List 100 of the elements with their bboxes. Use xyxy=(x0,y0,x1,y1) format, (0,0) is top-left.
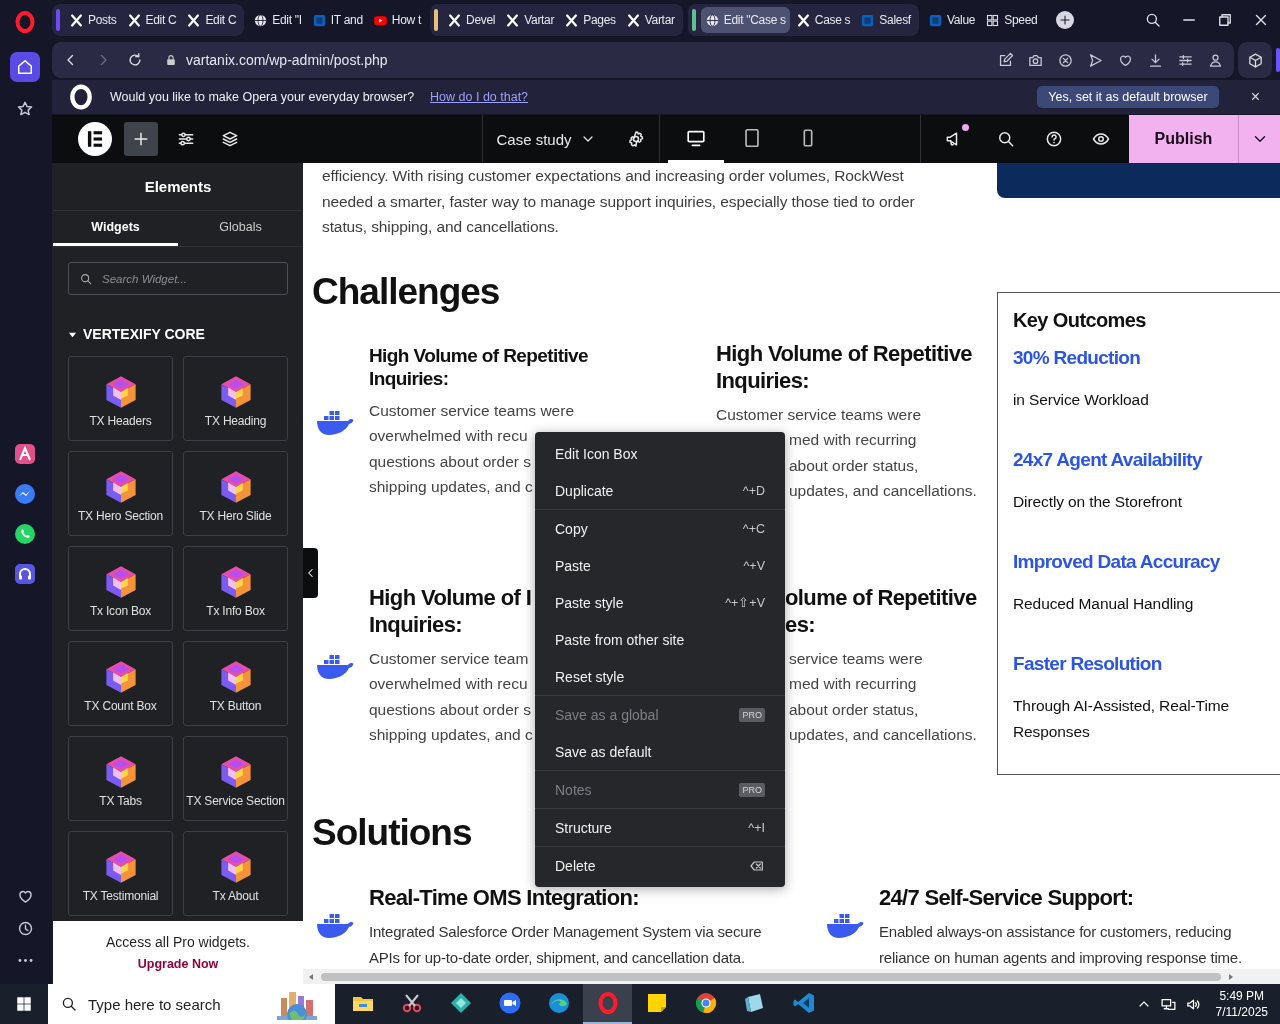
elementor-logo-icon[interactable] xyxy=(78,122,112,156)
heading-line: Inquiries: xyxy=(716,366,809,394)
menu-item[interactable]: Paste ^+V xyxy=(535,547,785,584)
heading-line: es: xyxy=(785,610,815,638)
category-header[interactable]: VERTEXIFY CORE xyxy=(68,326,288,342)
heading-line: High Volume of I xyxy=(369,583,532,611)
chat-bubble-icon[interactable] xyxy=(13,522,37,546)
add-element-button[interactable] xyxy=(124,122,158,156)
messenger-icon[interactable] xyxy=(13,482,37,506)
banner-message: Would you like to make Opera your everyday browser? xyxy=(110,90,415,104)
maximize-icon[interactable] xyxy=(1216,11,1234,29)
opera-logo-icon[interactable] xyxy=(13,10,37,34)
panel-tab[interactable]: Globals xyxy=(178,211,303,246)
tab-group-marker[interactable] xyxy=(56,9,60,31)
browser-tab[interactable]: Edit C xyxy=(122,7,181,33)
browser-tab[interactable]: Devel xyxy=(443,7,500,33)
send-icon[interactable] xyxy=(1087,51,1104,69)
widget-tile[interactable]: TX Heading xyxy=(183,356,288,441)
pro-badge: PRO xyxy=(739,707,765,722)
browser-tab[interactable]: Edit C xyxy=(182,7,241,33)
menu-item[interactable]: Duplicate ^+D xyxy=(535,472,785,509)
outcome-value: 30% Reduction xyxy=(1013,346,1142,370)
browser-tab[interactable]: Edit "Case s xyxy=(700,7,790,33)
windows-start-icon xyxy=(15,995,33,1013)
menu-item[interactable]: Reset style xyxy=(535,658,785,695)
horizontal-scrollbar[interactable] xyxy=(303,969,1280,984)
browser-tab[interactable]: Value xyxy=(923,7,980,33)
globe-icon xyxy=(253,12,269,28)
sidebar-handle[interactable] xyxy=(1276,48,1280,72)
widget-tile[interactable]: TX Hero Section xyxy=(68,451,173,536)
tab-group-marker[interactable] xyxy=(691,9,696,31)
browser-tab[interactable]: Case s xyxy=(791,7,855,33)
x-logo-icon xyxy=(795,12,811,28)
tab-group-marker[interactable] xyxy=(434,9,438,31)
scroll-right-icon[interactable] xyxy=(1227,972,1235,981)
panel-toggle-button[interactable] xyxy=(303,548,318,598)
text-line: overwhelmed with recu xyxy=(369,674,528,694)
document-dropdown[interactable]: Case study xyxy=(496,130,596,148)
upgrade-link[interactable]: Upgrade Now xyxy=(137,957,219,971)
sliders-icon[interactable] xyxy=(176,129,196,149)
browser-tab[interactable]: Pages xyxy=(560,7,620,33)
search-field[interactable]: Search Widget... xyxy=(68,262,288,295)
widget-tile[interactable]: Tx Info Box xyxy=(183,546,288,631)
widget-tile[interactable]: TX Tabs xyxy=(68,736,173,821)
home-icon xyxy=(15,57,35,77)
headphones-icon[interactable] xyxy=(13,562,37,586)
panel-tab[interactable]: Widgets xyxy=(53,211,178,246)
url-text[interactable]: vartanix.com/wp-admin/post.php xyxy=(186,52,388,68)
browser-tab[interactable]: How t xyxy=(368,7,425,33)
search-icon[interactable] xyxy=(1144,11,1162,29)
shortcut-text: ^+I xyxy=(748,820,765,835)
browser-tab[interactable]: Vartar xyxy=(501,7,559,33)
taskbar-search-field[interactable]: Type here to search xyxy=(48,984,335,1024)
new-tab-button[interactable] xyxy=(1056,11,1075,29)
widget-tile[interactable]: TX Count Box xyxy=(68,641,173,726)
search-icon xyxy=(60,995,78,1013)
text-line: Customer service team xyxy=(369,648,529,669)
scrollbar-thumb[interactable] xyxy=(321,972,1221,981)
menu-item[interactable]: Edit Icon Box xyxy=(535,435,785,472)
text-line: med with recurring xyxy=(789,674,917,694)
x-logo-icon xyxy=(505,12,521,28)
text-line: shipping updates, and c xyxy=(369,725,533,745)
menu-item[interactable]: Paste style ^+⇧+V xyxy=(535,584,785,621)
clock-date[interactable]: 7/11/2025 xyxy=(1215,1004,1268,1020)
menu-item[interactable]: Paste from other site xyxy=(535,621,785,658)
set-default-button[interactable]: Yes, set it as default browser xyxy=(1037,86,1219,108)
app-square-icon xyxy=(311,12,327,28)
menu-item[interactable]: Structure ^+I xyxy=(535,809,785,846)
widget-tile[interactable]: Tx About xyxy=(183,831,288,916)
close-button[interactable]: × xyxy=(1244,88,1266,106)
layers-icon[interactable] xyxy=(220,129,240,149)
widget-tile[interactable]: TX Service Section xyxy=(183,736,288,821)
edit-icon[interactable] xyxy=(997,51,1014,69)
browser-tab[interactable]: Posts xyxy=(65,7,121,33)
publish-button[interactable]: Publish xyxy=(1129,115,1238,163)
widget-tile[interactable]: TX Headers xyxy=(68,356,173,441)
blocker-icon[interactable] xyxy=(1057,51,1074,69)
browser-tab[interactable]: IT and xyxy=(307,7,367,33)
home-button[interactable] xyxy=(10,52,40,82)
browser-tab[interactable]: Salesf xyxy=(856,7,915,33)
widget-tile[interactable]: Tx Icon Box xyxy=(68,546,173,631)
widget-tile[interactable]: TX Testimonial xyxy=(68,831,173,916)
browser-tab[interactable]: Speed xyxy=(981,7,1042,33)
menu-item[interactable]: Copy ^+C xyxy=(535,510,785,547)
globe-icon xyxy=(704,12,720,28)
browser-tab[interactable]: Edit "I xyxy=(249,7,306,33)
widget-tile[interactable]: TX Button xyxy=(183,641,288,726)
widget-tile[interactable]: TX Hero Slide xyxy=(183,451,288,536)
card-heading: 24/7 Self-Service Support: xyxy=(879,885,1135,911)
scroll-left-icon[interactable] xyxy=(307,972,315,981)
extensions-button[interactable] xyxy=(1238,42,1272,78)
menu-item[interactable]: Save as default xyxy=(535,733,785,770)
search-icon xyxy=(79,272,93,286)
help-link[interactable]: How do I do that? xyxy=(430,90,529,104)
app-icon[interactable] xyxy=(13,442,37,466)
clock-time[interactable]: 5:49 PM xyxy=(1219,988,1265,1004)
section-title: Solutions xyxy=(312,811,472,855)
menu-item[interactable]: Delete xyxy=(535,847,785,884)
download-icon[interactable] xyxy=(1147,51,1164,69)
browser-tab[interactable]: Vartar xyxy=(621,7,679,33)
